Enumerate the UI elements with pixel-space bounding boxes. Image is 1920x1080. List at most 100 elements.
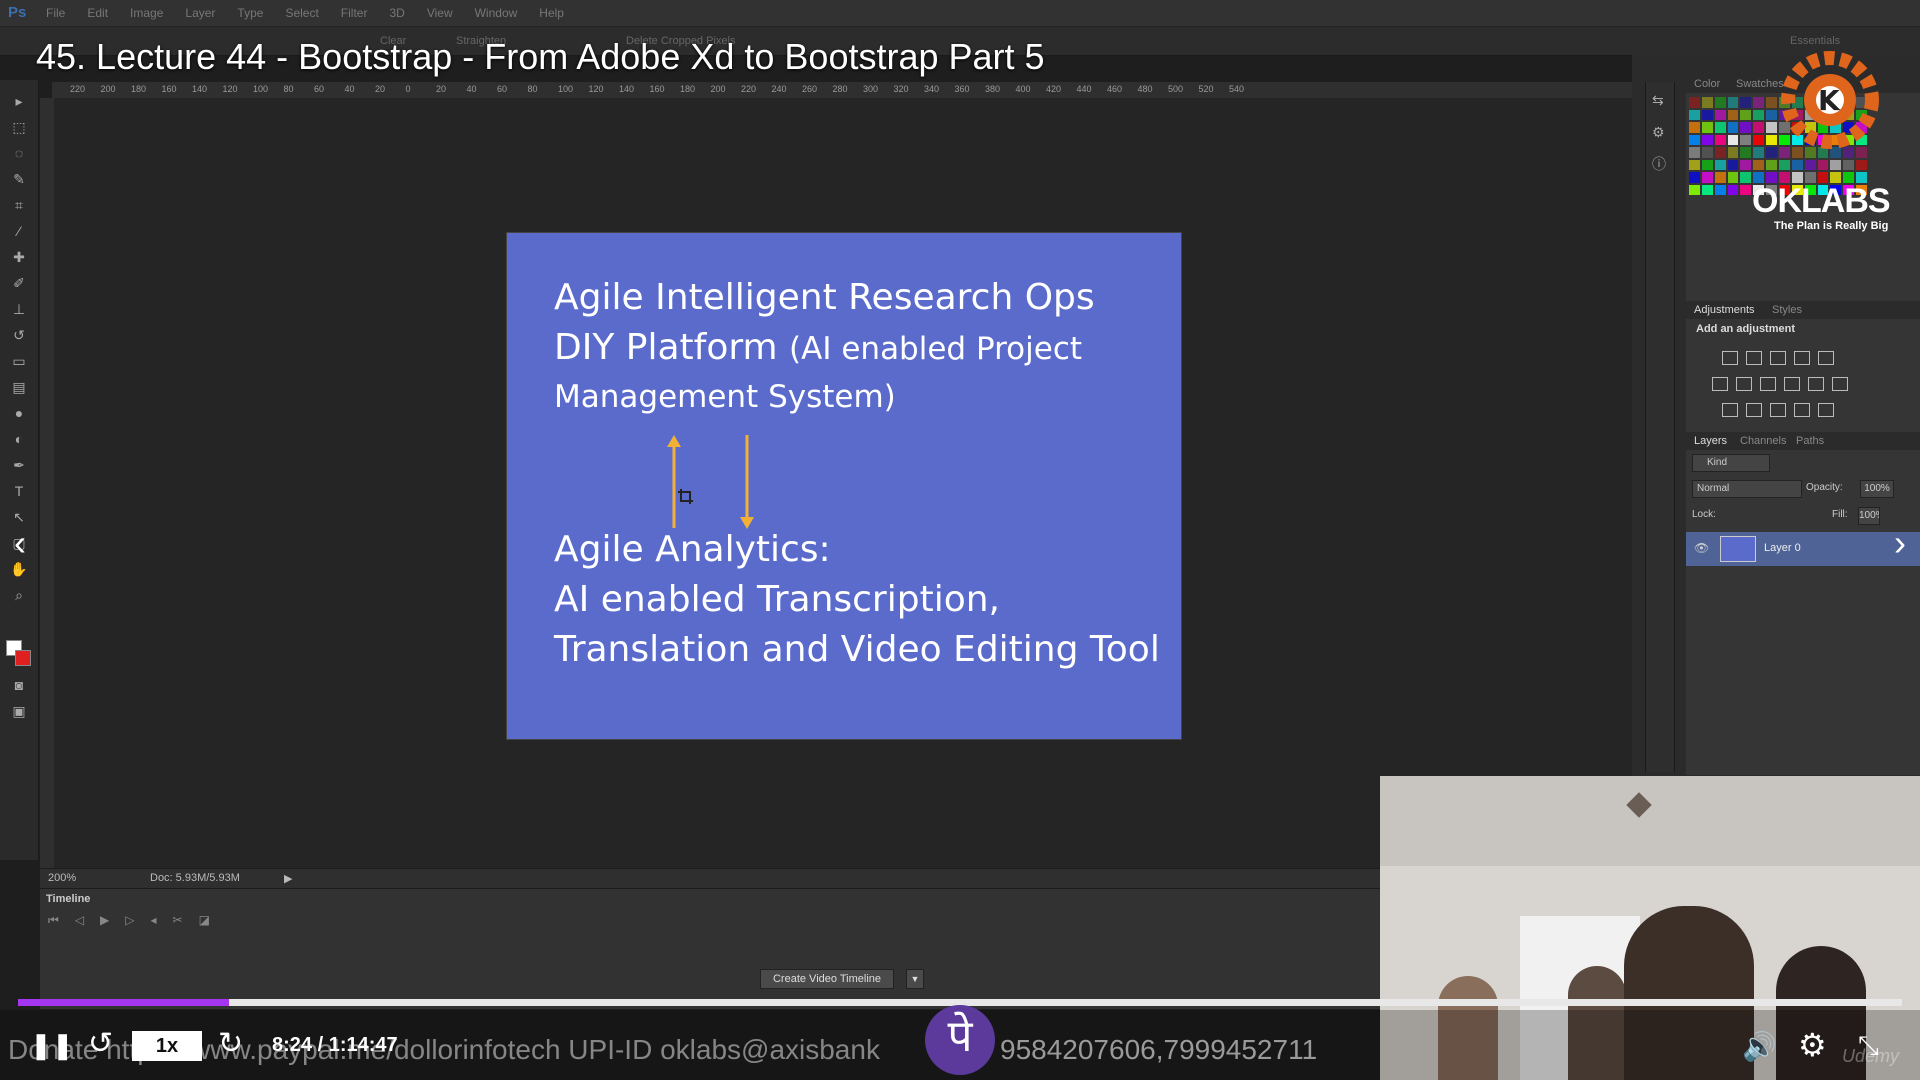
swatch-cell[interactable] [1727,134,1739,145]
swatch-cell[interactable] [1714,97,1726,108]
tab-styles[interactable]: Styles [1772,304,1802,316]
swatch-cell[interactable] [1701,172,1713,183]
rewind-button[interactable]: ↺ [88,1026,113,1061]
swatch-cell[interactable] [1714,172,1726,183]
blend-mode-select[interactable]: Normal [1692,480,1802,498]
menu-help[interactable]: Help [539,6,564,20]
adjustment-icon[interactable] [1818,351,1834,365]
swatch-cell[interactable] [1701,147,1713,158]
swatch-cell[interactable] [1701,109,1713,120]
tab-layers[interactable]: Layers [1694,435,1727,447]
swatch-cell[interactable] [1727,184,1739,195]
opacity-input[interactable]: 100% [1860,480,1894,498]
zoom-tool-icon[interactable]: ⌕ [10,586,28,604]
first-frame-icon[interactable]: ⏮ [48,913,59,928]
adjustment-icon[interactable] [1784,377,1800,391]
eyedropper-tool-icon[interactable]: ⁄ [10,222,28,240]
swatch-cell[interactable] [1727,97,1739,108]
menu-select[interactable]: Select [285,6,318,20]
adjustment-icon[interactable] [1746,403,1762,417]
play-frame-icon[interactable]: ▶ [100,913,109,928]
timeline-dropdown-icon[interactable]: ▼ [906,969,924,989]
fill-input[interactable]: 100% [1858,507,1880,525]
brush-tool-icon[interactable]: ✐ [10,274,28,292]
swatch-cell[interactable] [1714,184,1726,195]
history-icon[interactable]: ⇆ [1652,92,1664,109]
swatch-cell[interactable] [1727,147,1739,158]
volume-button[interactable]: 🔊 [1742,1030,1777,1063]
adjustment-icon[interactable] [1722,403,1738,417]
menu-window[interactable]: Window [475,6,518,20]
tab-color[interactable]: Color [1694,78,1720,90]
lasso-tool-icon[interactable]: ◌ [10,144,28,162]
swatch-cell[interactable] [1689,184,1700,195]
swatch-cell[interactable] [1701,122,1713,133]
swatch-cell[interactable] [1701,184,1713,195]
adjustment-icon[interactable] [1818,403,1834,417]
dodge-tool-icon[interactable]: ◐ [10,430,28,448]
adjustment-icon[interactable] [1736,377,1752,391]
swatch-cell[interactable] [1689,159,1700,170]
menu-edit[interactable]: Edit [87,6,108,20]
info-icon[interactable]: ⓘ [1652,154,1666,174]
swatch-cell[interactable] [1714,159,1726,170]
adjustment-icon[interactable] [1808,377,1824,391]
create-video-timeline-button[interactable]: Create Video Timeline [760,969,894,989]
prev-frame-icon[interactable]: ◁ [75,913,84,928]
blur-tool-icon[interactable]: ● [10,404,28,422]
menu-view[interactable]: View [427,6,453,20]
play-pause-button[interactable]: ❚❚ [30,1030,74,1061]
status-menu-arrow-icon[interactable]: ▶ [284,872,292,885]
swatch-cell[interactable] [1689,134,1700,145]
swatch-cell[interactable] [1689,172,1700,183]
swatch-cell[interactable] [1689,109,1700,120]
swatch-cell[interactable] [1727,172,1739,183]
properties-icon[interactable]: ⚙ [1652,124,1665,141]
adjustment-icon[interactable] [1722,351,1738,365]
audio-icon[interactable]: ◂ [151,913,157,928]
marquee-tool-icon[interactable]: ⬚ [10,118,28,136]
swatch-cell[interactable] [1714,134,1726,145]
swatch-cell[interactable] [1701,97,1713,108]
tab-paths[interactable]: Paths [1796,435,1824,447]
layer-filter-kind[interactable]: Kind [1692,454,1770,472]
adjustment-icon[interactable] [1770,403,1786,417]
screen-mode-icon[interactable]: ▣ [10,702,28,720]
tab-adjustments[interactable]: Adjustments [1694,304,1755,316]
swatch-cell[interactable] [1727,159,1739,170]
pen-tool-icon[interactable]: ✒ [10,456,28,474]
move-tool-icon[interactable]: ▸ [10,92,28,110]
healing-tool-icon[interactable]: ✚ [10,248,28,266]
adjustment-icon[interactable] [1794,403,1810,417]
gradient-tool-icon[interactable]: ▤ [10,378,28,396]
background-color-swatch[interactable] [15,650,31,666]
history-brush-tool-icon[interactable]: ↺ [10,326,28,344]
adjustment-icon[interactable] [1832,377,1848,391]
adjustment-icon[interactable] [1712,377,1728,391]
swatch-cell[interactable] [1714,109,1726,120]
menu-image[interactable]: Image [130,6,163,20]
settings-button[interactable]: ⚙ [1798,1026,1827,1064]
adjustment-icon[interactable] [1770,351,1786,365]
swatch-cell[interactable] [1701,134,1713,145]
swatch-cell[interactable] [1701,159,1713,170]
quick-mask-icon[interactable]: ◙ [10,676,28,694]
playback-speed-button[interactable]: 1x [132,1031,202,1061]
next-frame-icon[interactable]: ▷ [125,913,134,928]
layer-name[interactable]: Layer 0 [1764,542,1801,554]
zoom-level[interactable]: 200% [48,872,76,884]
tab-channels[interactable]: Channels [1740,435,1786,447]
menu-filter[interactable]: Filter [341,6,368,20]
split-icon[interactable]: ✂ [173,913,183,928]
swatch-cell[interactable] [1714,147,1726,158]
crop-tool-icon[interactable]: ⌗ [10,196,28,214]
menu-layer[interactable]: Layer [185,6,215,20]
menu-file[interactable]: File [46,6,65,20]
swatch-cell[interactable] [1727,122,1739,133]
swatch-cell[interactable] [1689,97,1700,108]
next-lecture-button[interactable]: › [1880,518,1920,568]
prev-lecture-button[interactable]: ‹ [0,518,40,568]
quick-select-tool-icon[interactable]: ✎ [10,170,28,188]
eye-icon[interactable]: 👁 [1694,541,1709,555]
forward-button[interactable]: ↻ [218,1026,243,1061]
